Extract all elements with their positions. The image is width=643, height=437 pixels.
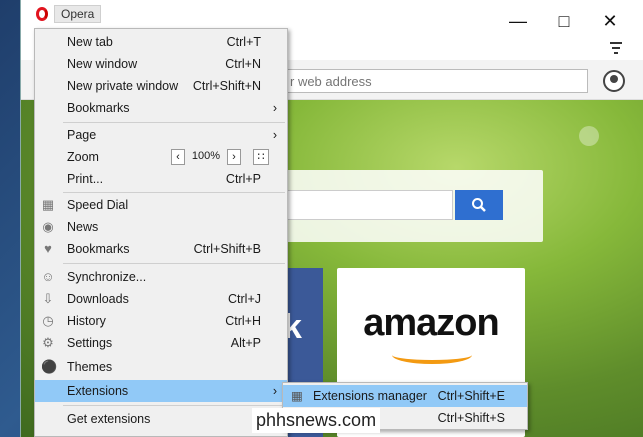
menu-item-bookmarks[interactable]: ♥ Bookmarks Ctrl+Shift+B: [35, 238, 287, 260]
fullscreen-icon[interactable]: ∷: [253, 149, 269, 165]
maximize-button[interactable]: □: [553, 10, 575, 32]
menu-item-speed-dial[interactable]: ▦ Speed Dial: [35, 194, 287, 216]
magnifier-icon: [472, 198, 486, 212]
menu-item-settings[interactable]: ⚙ Settings Alt+P: [35, 332, 287, 354]
menu-label: Themes: [67, 360, 113, 374]
zoom-out-button[interactable]: ‹: [171, 149, 185, 165]
zoom-in-button[interactable]: ›: [227, 149, 241, 165]
grid-icon: ▦: [41, 197, 55, 212]
opera-menu-label: Opera: [54, 5, 102, 23]
menu-label: New tab: [67, 35, 113, 49]
menu-label: Get extensions: [67, 412, 151, 426]
account-icon[interactable]: [603, 70, 625, 92]
menu-label: News: [67, 220, 99, 234]
menu-item-new-tab[interactable]: New tab Ctrl+T: [35, 31, 287, 53]
menu-item-get-extensions[interactable]: Get extensions: [35, 408, 287, 430]
menu-label: History: [67, 314, 106, 328]
puzzle-icon: ▦: [291, 389, 303, 403]
menu-separator: [63, 192, 285, 193]
menu-label: Page: [67, 128, 97, 142]
zoom-control: ‹ 100% › ∷: [171, 149, 269, 165]
menu-item-bookmarks-submenu[interactable]: Bookmarks ›: [35, 97, 287, 119]
menu-label: Bookmarks: [67, 101, 130, 115]
heart-icon: ♥: [44, 241, 52, 256]
menu-label: Speed Dial: [67, 198, 129, 212]
menu-item-zoom: Zoom ‹ 100% › ∷: [35, 146, 287, 168]
search-icon[interactable]: [579, 126, 599, 146]
menu-label: Downloads: [67, 292, 129, 306]
menu-shortcut: Ctrl+Shift+B: [193, 242, 261, 256]
menu-item-print[interactable]: Print... Ctrl+P: [35, 168, 287, 190]
eye-icon: ◉: [42, 219, 54, 234]
amazon-logo: amazon: [363, 302, 499, 344]
menu-shortcut: Ctrl+H: [225, 314, 261, 328]
menu-separator: [63, 122, 285, 123]
minimize-button[interactable]: —: [507, 10, 529, 32]
menu-shortcut: Ctrl+Shift+S: [437, 411, 505, 425]
download-icon: ⇩: [42, 291, 54, 306]
menu-shortcut: Ctrl+J: [228, 292, 261, 306]
speed-dial-search-input[interactable]: [283, 190, 453, 220]
address-input[interactable]: [283, 69, 588, 93]
menu-shortcut: Alt+P: [230, 336, 261, 350]
amazon-smile-icon: [392, 346, 472, 364]
clock-icon: ◷: [42, 313, 54, 328]
submenu-item-extensions-manager[interactable]: ▦ Extensions manager Ctrl+Shift+E: [283, 385, 527, 407]
easy-setup-icon[interactable]: [607, 40, 627, 56]
menu-item-themes[interactable]: ⚫ Themes: [35, 356, 287, 378]
menu-label: Settings: [67, 336, 113, 350]
menu-shortcut: Ctrl+N: [225, 57, 261, 71]
menu-item-synchronize[interactable]: ☺ Synchronize...: [35, 266, 287, 288]
gear-icon: ⚙: [42, 335, 54, 350]
chevron-right-icon: ›: [272, 128, 277, 142]
menu-label: Print...: [67, 172, 104, 186]
menu-shortcut: Ctrl+P: [225, 172, 261, 186]
zoom-value: 100%: [191, 150, 221, 162]
menu-label: Bookmarks: [67, 242, 130, 256]
watermark: phhsnews.com: [252, 408, 381, 433]
menu-label: New window: [67, 57, 138, 71]
search-button[interactable]: [455, 190, 503, 220]
menu-item-new-private-window[interactable]: New private window Ctrl+Shift+N: [35, 75, 287, 97]
menu-item-news[interactable]: ◉ News: [35, 216, 287, 238]
menu-item-history[interactable]: ◷ History Ctrl+H: [35, 310, 287, 332]
menu-shortcut: Ctrl+T: [226, 35, 261, 49]
speed-dial-search: [283, 170, 543, 242]
menu-shortcut: Ctrl+Shift+E: [437, 389, 505, 403]
opera-main-menu: New tab Ctrl+T New window Ctrl+N New priva…: [34, 28, 288, 437]
menu-separator: [63, 263, 285, 264]
menu-item-new-window[interactable]: New window Ctrl+N: [35, 53, 287, 75]
menu-item-page[interactable]: Page ›: [35, 124, 287, 146]
menu-item-downloads[interactable]: ⇩ Downloads Ctrl+J: [35, 288, 287, 310]
chevron-right-icon: ›: [272, 384, 277, 398]
menu-label: New private window: [67, 79, 179, 93]
opera-menu-button[interactable]: Opera: [36, 4, 102, 24]
close-button[interactable]: ✕: [599, 10, 621, 32]
menu-separator: [63, 405, 285, 406]
menu-label: Extensions manager: [313, 389, 427, 403]
menu-label: Extensions: [67, 384, 129, 398]
menu-item-extensions[interactable]: Extensions ›: [35, 380, 287, 402]
menu-shortcut: Ctrl+Shift+N: [192, 79, 261, 93]
opera-logo-icon: [36, 7, 48, 21]
menu-label: Zoom: [67, 150, 99, 164]
menu-label: Synchronize...: [67, 270, 147, 284]
paint-drop-icon: ⚫: [41, 359, 58, 374]
user-circle-icon: ☺: [41, 269, 55, 284]
chevron-right-icon: ›: [272, 101, 277, 115]
